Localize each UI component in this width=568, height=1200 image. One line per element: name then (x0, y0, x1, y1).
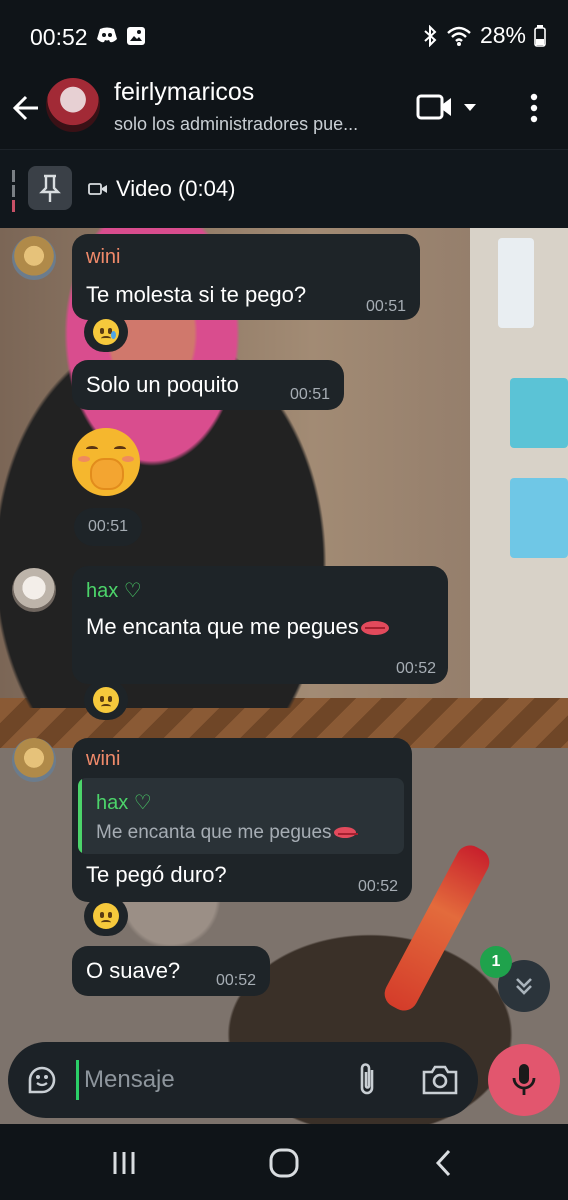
sticker-button[interactable] (24, 1062, 60, 1098)
arrow-left-icon (12, 95, 38, 121)
battery-percent: 28% (479, 22, 526, 48)
message-bubble[interactable]: O suave? 00:52 (72, 946, 270, 996)
gallery-icon (126, 26, 146, 46)
message-time: 00:51 (365, 298, 406, 315)
back-nav-button[interactable] (424, 1146, 464, 1180)
group-avatar[interactable] (46, 78, 100, 132)
message-bubble[interactable]: wini Te molesta si te pego? 00:51 (72, 234, 420, 320)
frowning-face-icon (93, 687, 119, 713)
home-button[interactable] (264, 1146, 304, 1180)
worried-face-icon (93, 903, 119, 929)
video-camera-icon (88, 181, 108, 197)
chat-title[interactable]: feirlymaricos (114, 78, 254, 107)
paperclip-icon (360, 1063, 374, 1095)
crying-face-icon (93, 319, 119, 345)
recent-apps-button[interactable] (104, 1146, 144, 1180)
pinned-message-preview[interactable]: Video (0:04) (88, 176, 235, 202)
chat-subtitle[interactable]: solo los administradores pue... (114, 114, 358, 135)
sticker-icon (28, 1066, 56, 1094)
unread-badge: 1 (480, 946, 512, 978)
sender-name[interactable]: wini (86, 748, 120, 771)
lips-icon (333, 827, 358, 839)
message-text: O suave? (86, 958, 181, 983)
reaction[interactable] (84, 312, 128, 352)
sender-name[interactable]: hax ♡ (86, 578, 142, 603)
message-text: Te molesta si te pego? (86, 282, 307, 307)
status-system-icons: 28% (422, 22, 546, 49)
video-camera-icon (416, 94, 451, 120)
message-time: 00:51 (289, 386, 330, 403)
home-icon (269, 1148, 299, 1178)
pin-button[interactable] (28, 166, 72, 210)
message-text: Solo un poquito (86, 372, 239, 397)
message-text: Te pegó duro? (86, 862, 227, 887)
pin-indicator (12, 170, 15, 212)
message-composer (8, 1042, 478, 1118)
message-time: 00:52 (395, 660, 436, 677)
status-notification-icons (96, 26, 146, 46)
pin-icon (39, 174, 61, 202)
chevron-left-icon (435, 1149, 451, 1177)
discord-icon (96, 26, 118, 46)
battery-icon (534, 24, 546, 47)
status-bar: 00:52 28% (0, 0, 568, 72)
reply-sender: hax ♡ (96, 792, 152, 814)
quoted-reply[interactable]: hax ♡ Me encanta que me pegues (78, 778, 404, 854)
system-navigation-bar (0, 1124, 568, 1200)
avatar[interactable] (12, 738, 56, 782)
reaction[interactable] (84, 680, 128, 720)
more-vertical-icon (530, 93, 538, 123)
chevron-down-icon (464, 104, 476, 111)
message-text: Me encanta que me pegues (86, 614, 389, 640)
recent-apps-icon (113, 1152, 135, 1174)
face-with-hand-over-mouth-icon[interactable] (72, 428, 140, 496)
message-time: 00:52 (357, 878, 398, 895)
pinned-label: Video (0:04) (116, 176, 236, 201)
chat-area[interactable]: wini Te molesta si te pego? 00:51 Solo u… (0, 228, 568, 1124)
camera-button[interactable] (420, 1062, 460, 1098)
video-call-button[interactable] (416, 90, 482, 124)
attach-button[interactable] (352, 1060, 382, 1100)
lips-icon (360, 621, 389, 636)
wifi-icon (446, 25, 472, 47)
message-time: 00:52 (215, 972, 256, 989)
camera-icon (422, 1065, 458, 1095)
status-time: 00:52 (30, 24, 88, 50)
bluetooth-icon (422, 24, 438, 47)
message-bubble[interactable]: hax ♡ Me encanta que me pegues 00:52 (72, 566, 448, 684)
reaction[interactable] (84, 896, 128, 936)
microphone-icon (512, 1064, 536, 1095)
more-options-button[interactable] (520, 88, 548, 128)
avatar[interactable] (12, 568, 56, 612)
reply-text: Me encanta que me pegues (96, 822, 358, 844)
message-time: 00:51 (74, 508, 143, 546)
avatar[interactable] (12, 236, 56, 280)
double-chevron-down-icon (516, 978, 532, 995)
chat-header: feirlymaricos solo los administradores p… (0, 72, 568, 150)
back-button[interactable] (10, 88, 44, 128)
message-input[interactable] (84, 1062, 334, 1098)
sender-name[interactable]: wini (86, 246, 120, 269)
voice-record-button[interactable] (488, 1044, 560, 1116)
message-bubble[interactable]: Solo un poquito 00:51 (72, 360, 344, 410)
pinned-message-bar[interactable]: Video (0:04) (0, 150, 568, 228)
